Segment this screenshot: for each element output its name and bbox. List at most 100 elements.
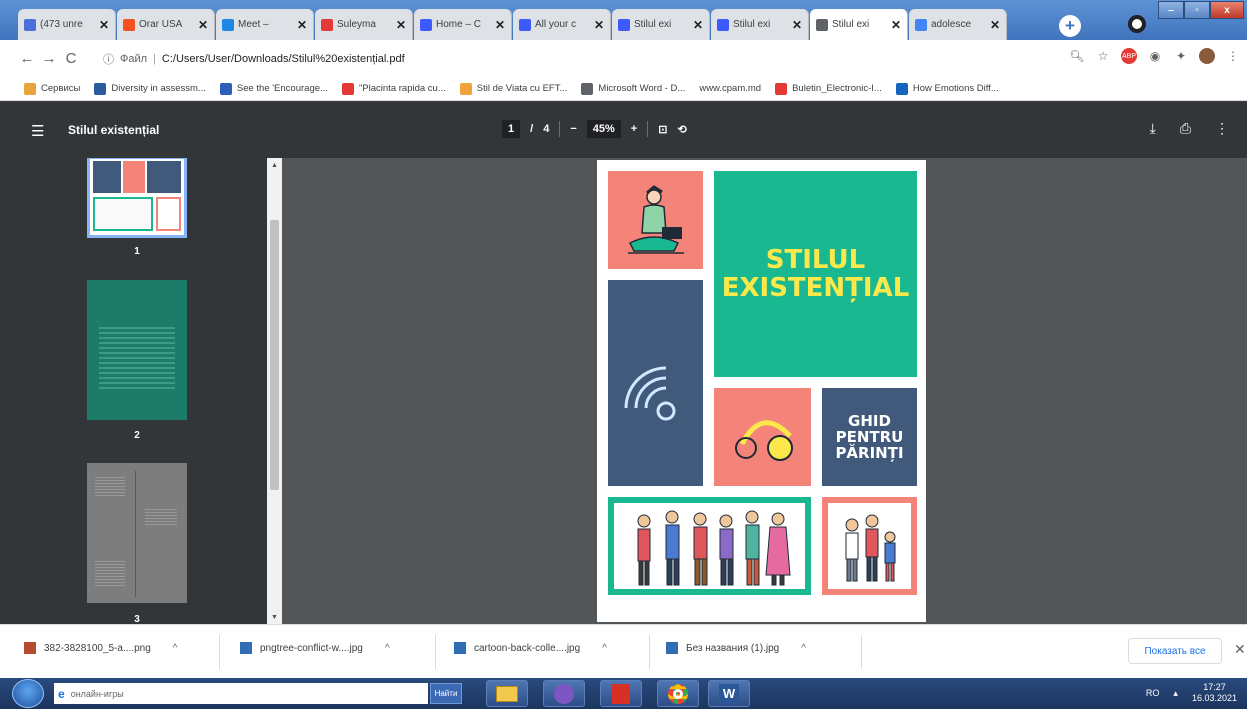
download-item[interactable]: cartoon-back-colle....jpg ^ xyxy=(454,642,607,654)
maximize-button[interactable]: ▫ xyxy=(1184,1,1210,19)
acrobat-icon[interactable] xyxy=(600,680,642,707)
current-page: 1 xyxy=(508,123,515,135)
info-icon[interactable]: ⓘ xyxy=(103,51,114,67)
browser-tab[interactable]: Suleyma ✕ xyxy=(315,9,413,40)
tab-close-icon[interactable]: ✕ xyxy=(792,18,802,32)
show-all-downloads-button[interactable]: Показать все xyxy=(1128,638,1222,664)
browser-tab[interactable]: Home – C ✕ xyxy=(414,9,512,40)
browser-tab[interactable]: (473 unre ✕ xyxy=(18,9,116,40)
reload-icon[interactable]: C xyxy=(60,50,82,67)
bookmark-item[interactable]: See the 'Encourage... xyxy=(219,82,328,95)
browser-tab[interactable]: Stilul exi ✕ xyxy=(810,9,908,40)
thumbnail-page-2[interactable] xyxy=(87,280,187,420)
chrome-icon[interactable] xyxy=(657,680,699,707)
browser-tab[interactable]: Orar USA ✕ xyxy=(117,9,215,40)
adblock-icon[interactable]: ABP xyxy=(1121,48,1137,64)
tab-close-icon[interactable]: ✕ xyxy=(693,18,703,32)
chevron-up-icon[interactable]: ^ xyxy=(602,643,607,654)
bookmark-item[interactable]: Сервисы xyxy=(24,82,80,95)
download-item[interactable]: Без названия (1).jpg ^ xyxy=(666,642,806,654)
tab-close-icon[interactable]: ✕ xyxy=(891,18,901,32)
avatar[interactable] xyxy=(1199,48,1215,64)
page-number-input[interactable]: 1 xyxy=(502,120,521,138)
chevron-up-icon[interactable]: ^ xyxy=(173,643,178,654)
close-window-button[interactable]: x xyxy=(1210,1,1244,19)
bookmark-item[interactable]: "Placinta rapida cu... xyxy=(341,82,446,95)
tab-close-icon[interactable]: ✕ xyxy=(297,18,307,32)
rotate-icon[interactable]: ⟲ xyxy=(677,123,686,136)
scroll-up-icon[interactable]: ▲ xyxy=(271,162,278,169)
bookmark-item[interactable]: Diversity in assessm... xyxy=(94,82,206,95)
browser-tab[interactable]: Stilul exi ✕ xyxy=(711,9,809,40)
thumbnail-page-1[interactable] xyxy=(87,158,187,238)
taskbar-search-field[interactable]: e онлайн-игры xyxy=(54,683,428,704)
tray-arrow-icon[interactable]: ▴ xyxy=(1173,688,1178,699)
viber-icon[interactable] xyxy=(543,680,585,707)
bookmark-favicon-icon xyxy=(219,82,232,95)
puzzle-icon[interactable]: ✦ xyxy=(1173,48,1189,64)
favicon-icon xyxy=(420,18,432,31)
sidebar-scrollbar[interactable]: ▲ ▼ xyxy=(267,158,282,624)
bookmark-item[interactable]: Microsoft Word - D... xyxy=(581,82,686,95)
fit-page-icon[interactable]: ⊡ xyxy=(658,123,667,136)
download-item[interactable]: 382-3828100_5-a....png ^ xyxy=(24,642,177,654)
tab-close-icon[interactable]: ✕ xyxy=(396,18,406,32)
chevron-up-icon[interactable]: ^ xyxy=(801,643,806,654)
browser-tab[interactable]: All your c ✕ xyxy=(513,9,611,40)
document-viewport[interactable]: STILUL EXISTENȚIAL GHID PENTRU PĂRINȚI xyxy=(282,158,1247,624)
bookmark-item[interactable]: How Emotions Diff... xyxy=(895,82,999,95)
minimize-button[interactable]: – xyxy=(1158,1,1184,19)
start-button[interactable] xyxy=(12,679,44,708)
extension-icon[interactable] xyxy=(1128,15,1146,33)
zoom-in-button[interactable]: + xyxy=(631,123,637,135)
word-icon[interactable]: W xyxy=(708,680,750,707)
star-icon[interactable]: ☆ xyxy=(1095,48,1111,64)
taskbar-search-button[interactable]: Найти xyxy=(430,683,462,704)
page-controls: 1 / 4 − 45% + ⊡ ⟲ xyxy=(502,120,687,138)
zoom-icon[interactable]: 🔍︎ xyxy=(1069,48,1085,64)
bookmark-item[interactable]: Stil de Viata cu EFT... xyxy=(459,82,567,95)
download-icon[interactable]: ⤓ xyxy=(1150,120,1156,137)
print-icon[interactable]: ⎙ xyxy=(1180,120,1191,137)
forward-arrow-icon[interactable]: → xyxy=(38,50,60,67)
pdf-actions: ⤓ ⎙ ⋮ xyxy=(1150,120,1229,137)
person-laptop-icon xyxy=(628,185,684,254)
hamburger-menu-icon[interactable]: ☰ xyxy=(31,122,44,140)
image-file-icon xyxy=(454,642,466,654)
download-filename: Без названия (1).jpg xyxy=(686,642,780,654)
back-arrow-icon[interactable]: ← xyxy=(16,50,38,67)
scroll-thumb[interactable] xyxy=(270,220,279,490)
download-filename: 382-3828100_5-a....png xyxy=(44,642,151,654)
kebab-menu-icon[interactable]: ⋮ xyxy=(1225,48,1241,64)
subtitle-line2: PENTRU xyxy=(835,428,904,446)
bookmark-label: Microsoft Word - D... xyxy=(598,83,686,94)
thumbnail-page-3[interactable] xyxy=(87,463,187,603)
address-bar[interactable]: ⓘ Файл | C:/Users/User/Downloads/Stilul%… xyxy=(103,46,1031,71)
tab-close-icon[interactable]: ✕ xyxy=(99,18,109,32)
close-downloads-icon[interactable]: ✕ xyxy=(1234,641,1246,658)
clock[interactable]: 17:27 16.03.2021 xyxy=(1192,682,1237,704)
tab-title: Orar USA xyxy=(139,19,183,30)
illustration-teens-group xyxy=(608,497,811,595)
zoom-out-button[interactable]: − xyxy=(570,123,576,135)
browser-tab[interactable]: adolesce ✕ xyxy=(909,9,1007,40)
language-indicator[interactable]: RO xyxy=(1146,688,1160,698)
scroll-down-icon[interactable]: ▼ xyxy=(271,614,278,621)
file-explorer-icon[interactable] xyxy=(486,680,528,707)
tab-close-icon[interactable]: ✕ xyxy=(198,18,208,32)
bookmark-item[interactable]: www.cpam.md xyxy=(699,83,761,94)
tab-close-icon[interactable]: ✕ xyxy=(990,18,1000,32)
zoom-level-input[interactable]: 45% xyxy=(586,120,621,138)
browser-tab[interactable]: Stilul exi ✕ xyxy=(612,9,710,40)
bookmark-item[interactable]: Buletin_Electronic-I... xyxy=(775,82,882,95)
download-item[interactable]: pngtree-conflict-w....jpg ^ xyxy=(240,642,390,654)
chevron-up-icon[interactable]: ^ xyxy=(385,643,390,654)
browser-tab[interactable]: Meet – ✕ xyxy=(216,9,314,40)
favicon-icon xyxy=(618,18,630,31)
image-file-icon xyxy=(24,642,36,654)
new-tab-button[interactable]: + xyxy=(1059,15,1081,37)
tab-close-icon[interactable]: ✕ xyxy=(594,18,604,32)
extension-icon[interactable]: ◉ xyxy=(1147,48,1163,64)
tab-close-icon[interactable]: ✕ xyxy=(495,18,505,32)
more-options-icon[interactable]: ⋮ xyxy=(1215,120,1229,137)
